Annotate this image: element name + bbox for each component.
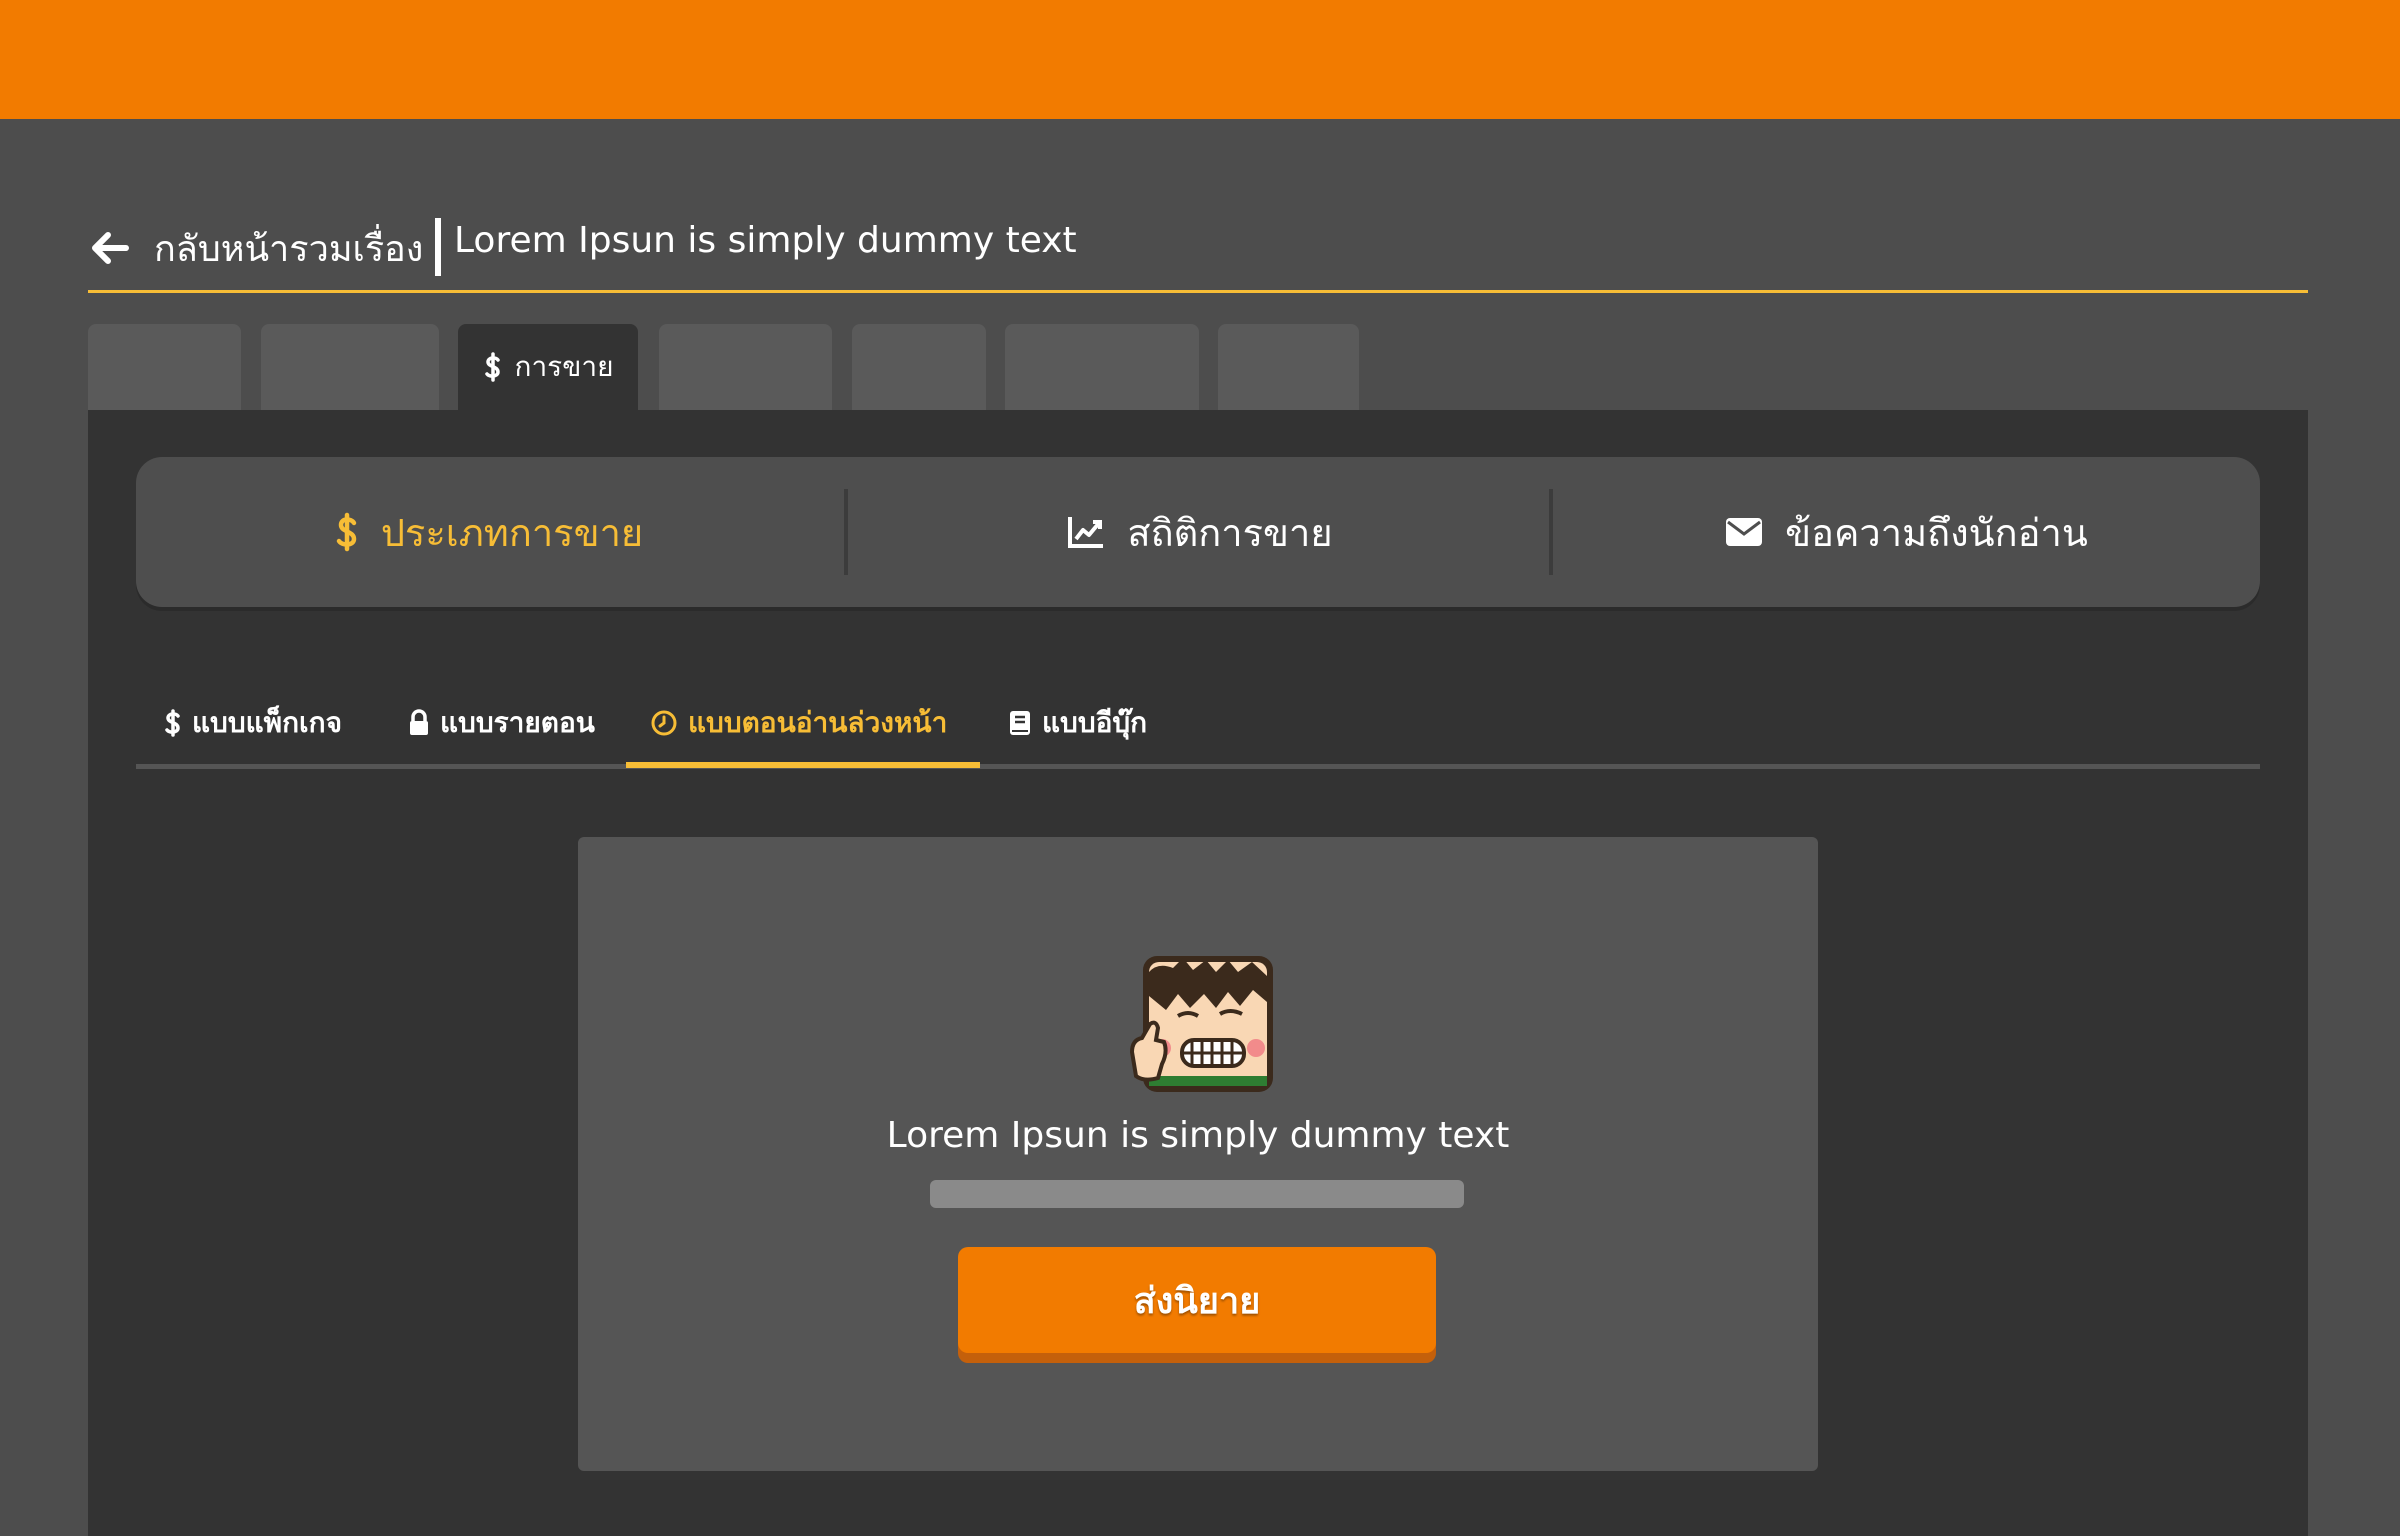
sale-type-tabs: แบบแพ็กเกจ แบบรายตอน แบบตอนอ่านล่วงหน้า … [136, 682, 2260, 770]
sales-nav-sale-type-label: ประเภทการขาย [380, 510, 644, 555]
sales-nav-sale-type[interactable]: ประเภทการขาย [136, 457, 842, 607]
tab-7[interactable] [1218, 324, 1359, 410]
sales-section-nav: ประเภทการขาย สถิติการขาย ข้อความถึงนักอ่… [136, 457, 2260, 607]
top-app-bar [0, 0, 2400, 119]
tab-per-episode-label: แบบรายตอน [440, 706, 595, 739]
tabs-baseline [136, 764, 2260, 769]
sales-nav-statistics[interactable]: สถิติการขาย [848, 457, 1552, 607]
dollar-icon [484, 352, 500, 382]
tab-6[interactable] [1005, 324, 1199, 410]
tab-ebook[interactable]: แบบอีบุ๊ก [1008, 682, 1147, 764]
progress-bar [930, 1180, 1464, 1208]
mascot-thumbs-up-icon [1129, 956, 1273, 1092]
early-access-card: Lorem Ipsun is simply dummy text ส่งนิยา… [578, 837, 1818, 1471]
dollar-icon [165, 709, 180, 737]
tab-sales[interactable]: การขาย [458, 324, 638, 410]
tab-package[interactable]: แบบแพ็กเกจ [164, 682, 342, 764]
tab-2[interactable] [261, 324, 439, 410]
tab-per-episode[interactable]: แบบรายตอน [408, 682, 595, 764]
breadcrumb: กลับหน้ารวมเรื่อง Lorem Ipsun is simply … [88, 210, 2308, 290]
tab-1[interactable] [88, 324, 241, 410]
sales-nav-statistics-label: สถิติการขาย [1127, 510, 1333, 555]
dollar-icon [336, 512, 357, 552]
title-divider [435, 218, 441, 276]
clock-icon [651, 710, 677, 736]
lock-icon [410, 709, 428, 735]
back-to-stories-link[interactable]: กลับหน้ารวมเรื่อง [154, 220, 423, 277]
tab-4[interactable] [659, 324, 832, 410]
story-title: Lorem Ipsun is simply dummy text [454, 220, 1077, 261]
sales-nav-message[interactable]: ข้อความถึงนักอ่าน [1553, 457, 2260, 607]
active-tab-indicator [626, 762, 980, 768]
submit-story-button[interactable]: ส่งนิยาย [958, 1247, 1436, 1353]
tab-5[interactable] [852, 324, 986, 410]
tab-package-label: แบบแพ็กเกจ [192, 706, 342, 739]
tab-sales-label: การขาย [514, 350, 614, 383]
chart-line-icon [1068, 517, 1104, 548]
arrow-left-icon[interactable] [88, 226, 132, 270]
tab-early-access[interactable]: แบบตอนอ่านล่วงหน้า [650, 682, 947, 764]
book-icon [1010, 711, 1030, 735]
tab-early-access-label: แบบตอนอ่านล่วงหน้า [688, 706, 948, 739]
top-tab-bar: การขาย [88, 324, 2308, 410]
card-message: Lorem Ipsun is simply dummy text [886, 1115, 1510, 1156]
sales-panel: ประเภทการขาย สถิติการขาย ข้อความถึงนักอ่… [88, 410, 2308, 1536]
header-underline [88, 290, 2308, 293]
tab-ebook-label: แบบอีบุ๊ก [1042, 706, 1148, 739]
sales-nav-message-label: ข้อความถึงนักอ่าน [1785, 510, 2088, 555]
envelope-icon [1726, 518, 1763, 546]
